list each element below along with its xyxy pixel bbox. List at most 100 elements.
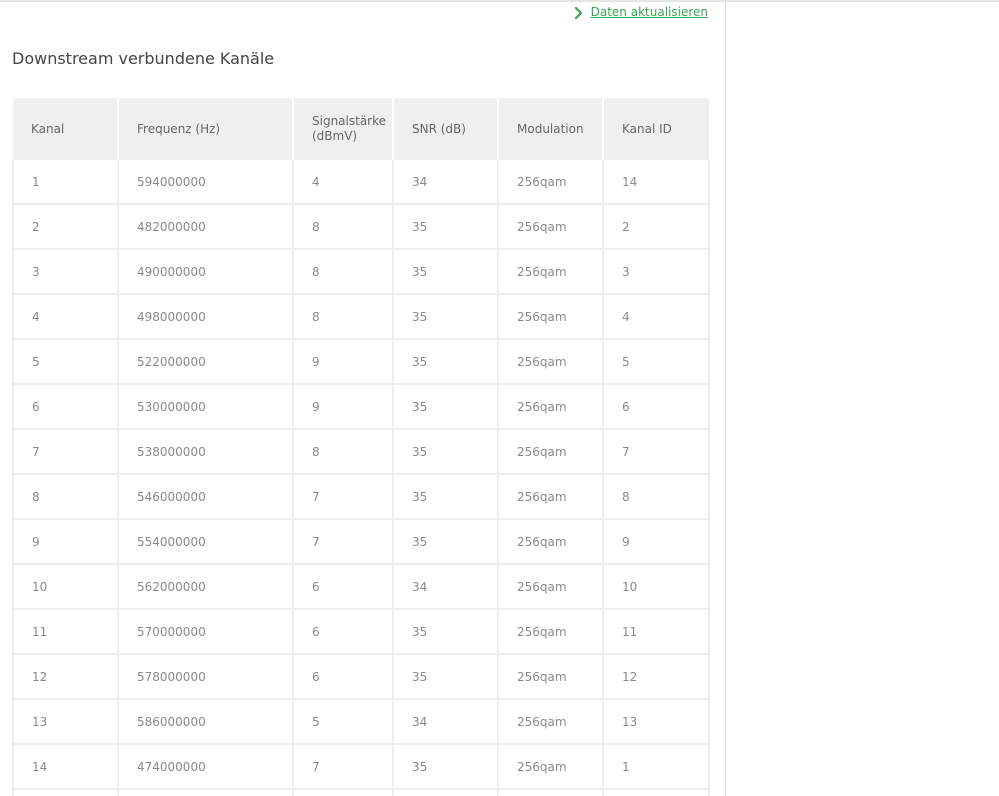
table-header-row: Kanal Frequenz (Hz) Signalstärke (dBmV) …: [13, 98, 709, 160]
cell-modulation: 256qam: [498, 744, 604, 790]
cell-signalstaerke: 7: [293, 474, 394, 520]
cell-kanal: 10: [12, 564, 119, 610]
cell-kanal-id: 11: [603, 609, 710, 655]
section-title: Downstream verbundene Kanäle: [12, 49, 275, 68]
cell-signalstaerke: 6: [293, 654, 394, 700]
table-row: 5 522000000 9 35 256qam 5: [12, 339, 710, 385]
cell-kanal-id: 13: [603, 699, 710, 745]
cell-frequenz: [118, 789, 294, 796]
cell-snr: 35: [393, 519, 499, 565]
cell-modulation: 256qam: [498, 384, 604, 430]
cell-snr: [393, 789, 499, 796]
cell-kanal-id: 8: [603, 474, 710, 520]
cell-kanal-id: 5: [603, 339, 710, 385]
cell-kanal: 14: [12, 744, 119, 790]
cell-kanal-id: 12: [603, 654, 710, 700]
cell-snr: 35: [393, 384, 499, 430]
cell-kanal: [12, 789, 119, 796]
cell-modulation: 256qam: [498, 654, 604, 700]
table-row: 12 578000000 6 35 256qam 12: [12, 654, 710, 700]
cell-kanal: 12: [12, 654, 119, 700]
refresh-data-link[interactable]: Daten aktualisieren: [573, 5, 708, 20]
cell-modulation: 256qam: [498, 339, 604, 385]
cell-frequenz: 522000000: [118, 339, 294, 385]
cell-kanal-id: 14: [603, 160, 710, 205]
cell-signalstaerke: 7: [293, 744, 394, 790]
cell-modulation: 256qam: [498, 204, 604, 250]
cell-frequenz: 482000000: [118, 204, 294, 250]
cell-snr: 35: [393, 654, 499, 700]
cell-kanal-id: 10: [603, 564, 710, 610]
cell-modulation: 256qam: [498, 294, 604, 340]
cell-modulation: 256qam: [498, 519, 604, 565]
cell-kanal: 13: [12, 699, 119, 745]
table-row: 13 586000000 5 34 256qam 13: [12, 699, 710, 745]
cell-kanal: 8: [12, 474, 119, 520]
table-row: [12, 789, 710, 796]
cell-kanal-id: 3: [603, 249, 710, 295]
table-row: 2 482000000 8 35 256qam 2: [12, 204, 710, 250]
cell-kanal: 6: [12, 384, 119, 430]
cell-modulation: 256qam: [498, 564, 604, 610]
cell-snr: 34: [393, 564, 499, 610]
cell-modulation: 256qam: [498, 249, 604, 295]
cell-modulation: 256qam: [498, 429, 604, 475]
cell-kanal-id: 9: [603, 519, 710, 565]
cell-frequenz: 530000000: [118, 384, 294, 430]
cell-snr: 35: [393, 429, 499, 475]
cell-signalstaerke: 9: [293, 339, 394, 385]
cell-snr: 34: [393, 699, 499, 745]
table-row: 11 570000000 6 35 256qam 11: [12, 609, 710, 655]
cell-signalstaerke: 8: [293, 294, 394, 340]
cell-signalstaerke: [293, 789, 394, 796]
cell-kanal: 7: [12, 429, 119, 475]
column-header-modulation: Modulation: [498, 98, 604, 160]
cell-snr: 35: [393, 339, 499, 385]
cell-snr: 35: [393, 744, 499, 790]
cell-frequenz: 546000000: [118, 474, 294, 520]
table-body: 1 594000000 4 34 256qam 14 2 482000000 8 35 256qam…: [12, 160, 710, 796]
column-header-kanal: Kanal: [13, 98, 119, 160]
cell-snr: 35: [393, 249, 499, 295]
cell-kanal: 11: [12, 609, 119, 655]
cell-modulation: 256qam: [498, 474, 604, 520]
table-row: 6 530000000 9 35 256qam 6: [12, 384, 710, 430]
page: Daten aktualisieren Downstream verbunden…: [0, 0, 999, 796]
cell-signalstaerke: 4: [293, 160, 394, 205]
cell-modulation: 256qam: [498, 699, 604, 745]
cell-signalstaerke: 5: [293, 699, 394, 745]
cell-frequenz: 554000000: [118, 519, 294, 565]
cell-snr: 35: [393, 609, 499, 655]
chevron-right-icon: [573, 5, 585, 20]
cell-signalstaerke: 8: [293, 249, 394, 295]
table-row: 1 594000000 4 34 256qam 14: [12, 160, 710, 205]
cell-frequenz: 578000000: [118, 654, 294, 700]
table-row: 8 546000000 7 35 256qam 8: [12, 474, 710, 520]
table-row: 3 490000000 8 35 256qam 3: [12, 249, 710, 295]
cell-snr: 34: [393, 160, 499, 205]
column-header-frequenz: Frequenz (Hz): [118, 98, 294, 160]
cell-frequenz: 474000000: [118, 744, 294, 790]
table-row: 14 474000000 7 35 256qam 1: [12, 744, 710, 790]
cell-modulation: [498, 789, 604, 796]
cell-kanal: 2: [12, 204, 119, 250]
cell-kanal: 9: [12, 519, 119, 565]
cell-kanal-id: 1: [603, 744, 710, 790]
cell-frequenz: 586000000: [118, 699, 294, 745]
cell-modulation: 256qam: [498, 609, 604, 655]
cell-frequenz: 562000000: [118, 564, 294, 610]
cell-snr: 35: [393, 294, 499, 340]
cell-signalstaerke: 8: [293, 429, 394, 475]
refresh-data-label: Daten aktualisieren: [590, 5, 708, 19]
cell-signalstaerke: 9: [293, 384, 394, 430]
cell-frequenz: 594000000: [118, 160, 294, 205]
column-header-kanal-id: Kanal ID: [603, 98, 709, 160]
cell-frequenz: 490000000: [118, 249, 294, 295]
cell-modulation: 256qam: [498, 160, 604, 205]
cell-snr: 35: [393, 204, 499, 250]
table-row: 7 538000000 8 35 256qam 7: [12, 429, 710, 475]
cell-kanal: 4: [12, 294, 119, 340]
cell-signalstaerke: 8: [293, 204, 394, 250]
cell-signalstaerke: 6: [293, 564, 394, 610]
cell-kanal: 1: [12, 160, 119, 205]
